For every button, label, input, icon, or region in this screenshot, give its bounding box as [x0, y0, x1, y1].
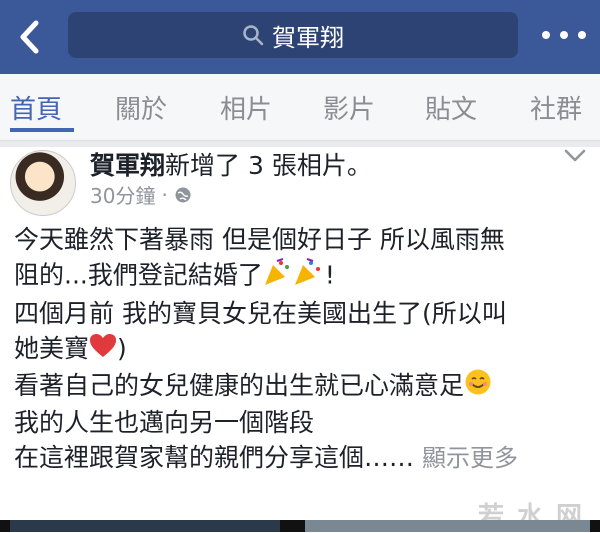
globe-icon — [175, 187, 191, 202]
tab-posts[interactable]: 貼文 — [425, 74, 477, 140]
post-timestamp[interactable]: 30分鐘 · — [90, 180, 192, 209]
post-line-text: ) — [117, 334, 127, 363]
post-line-text: 在這裡跟賀家幫的親們分享這個…… — [14, 443, 415, 472]
chevron-down-icon — [564, 149, 586, 162]
see-more-link[interactable]: 顯示更多 — [422, 444, 518, 472]
top-bar: 賀軍翔 — [0, 0, 600, 74]
tab-photos[interactable]: 相片 — [220, 74, 272, 140]
photo-thumbnail[interactable] — [305, 520, 590, 532]
smiling-face-icon — [464, 368, 492, 405]
back-button[interactable] — [12, 16, 46, 58]
post-line: 她美寶) — [14, 331, 594, 368]
post-options-button[interactable] — [564, 148, 586, 167]
author-name[interactable]: 賀軍翔 — [90, 151, 165, 180]
post-line: 今天雖然下著暴雨 但是個好日子 所以風雨無 — [14, 225, 505, 254]
search-value: 賀軍翔 — [272, 23, 344, 52]
page-tabs: 首頁 關於 相片 影片 貼文 社群 — [0, 74, 600, 141]
ellipsis-icon[interactable] — [542, 20, 586, 50]
post-line: 四個月前 我的寶貝女兒在美國出生了(所以叫 — [14, 299, 507, 328]
post-line-text: 看著自己的女兒健康的出生就已心滿意足 — [14, 370, 465, 400]
photo-thumbnail[interactable] — [10, 520, 280, 532]
time-text: 30分鐘 — [90, 184, 156, 208]
post-line-text: 她美寶 — [14, 334, 90, 363]
post-line-text: ! — [324, 260, 335, 290]
post-line: 阻的...我們登記結婚了! — [14, 257, 594, 296]
post-line: 看著自己的女兒健康的出生就已心滿意足 — [14, 368, 594, 406]
red-heart-icon — [89, 333, 117, 368]
tab-about[interactable]: 關於 — [115, 74, 167, 140]
tab-videos[interactable]: 影片 — [323, 74, 375, 140]
magnifier-icon — [242, 24, 264, 46]
post-line: 我的人生也邁向另一個階段 — [14, 408, 315, 437]
post-line: 在這裡跟賀家幫的親們分享這個…… 顯示更多 — [14, 440, 594, 476]
tab-community[interactable]: 社群 — [530, 74, 582, 140]
avatar[interactable] — [10, 150, 76, 216]
chevron-left-icon — [20, 20, 39, 54]
search-input[interactable]: 賀軍翔 — [68, 12, 518, 58]
photo-strip[interactable] — [0, 520, 600, 532]
time-separator: · — [161, 182, 168, 207]
post-text: 今天雖然下著暴雨 但是個好日子 所以風雨無 阻的...我們登記結婚了! 四個月前… — [14, 222, 594, 476]
party-popper-icon — [263, 257, 325, 296]
post-line-text: 阻的...我們登記結婚了 — [14, 260, 263, 290]
post-action: 新增了 3 張相片。 — [165, 151, 372, 180]
post-header: 賀軍翔新增了 3 張相片。 — [90, 146, 372, 182]
active-tab-indicator — [10, 128, 74, 132]
